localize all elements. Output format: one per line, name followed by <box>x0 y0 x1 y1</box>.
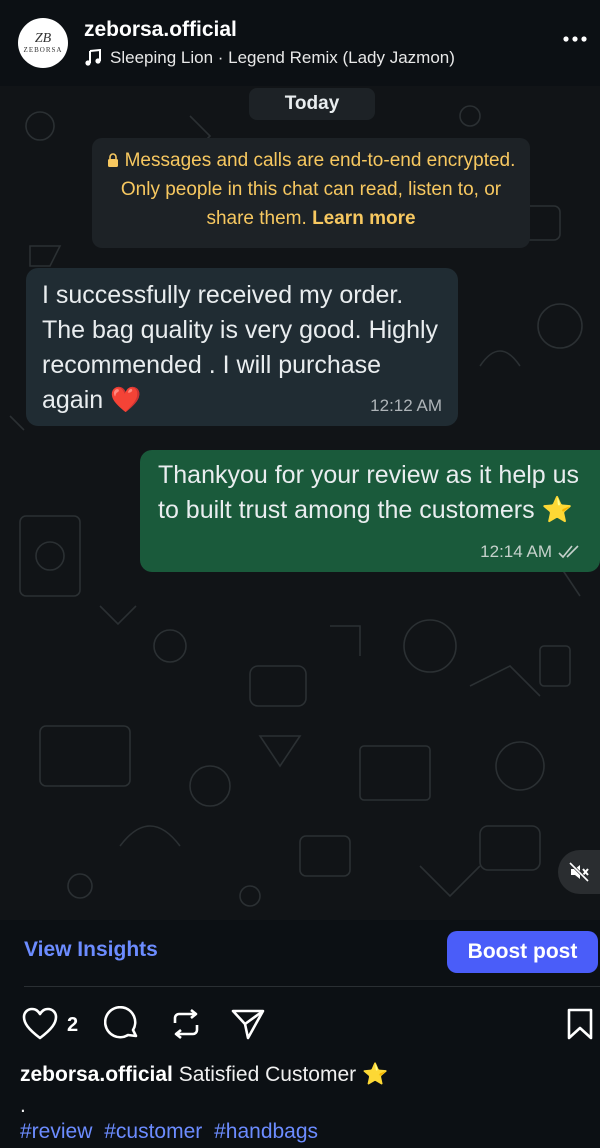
comment-button[interactable] <box>102 1004 142 1044</box>
repost-icon <box>173 1008 199 1040</box>
read-receipt-icon <box>558 545 579 559</box>
lock-icon <box>107 153 118 167</box>
repost-button[interactable] <box>166 1004 206 1044</box>
mute-icon <box>568 861 590 883</box>
comment-icon <box>104 1006 138 1039</box>
hashtag[interactable]: #handbags <box>214 1120 318 1143</box>
music-note-icon <box>85 49 101 66</box>
more-icon <box>563 36 587 42</box>
outgoing-message[interactable]: Thankyou for your review as it help us t… <box>140 450 600 572</box>
header-username[interactable]: zeborsa.official <box>84 18 237 42</box>
caption-username[interactable]: zeborsa.official <box>20 1063 173 1086</box>
avatar-monogram: ZB <box>34 30 52 46</box>
boost-post-button[interactable]: Boost post <box>447 931 598 973</box>
avatar-brand: ZEBORSA <box>23 45 63 54</box>
encryption-notice[interactable]: Messages and calls are end-to-end encryp… <box>92 138 530 248</box>
action-bar: 2 <box>0 1004 600 1048</box>
hashtags: #review #customer #handbags <box>20 1120 324 1144</box>
caption-text: Satisfied Customer ⭐ <box>178 1063 389 1086</box>
date-pill: Today <box>249 88 375 120</box>
more-button[interactable] <box>560 24 590 54</box>
avatar[interactable]: ZB ZEBORSA <box>18 18 68 68</box>
share-button[interactable] <box>228 1004 268 1044</box>
bookmark-icon <box>567 1008 593 1040</box>
like-count[interactable]: 2 <box>67 1014 78 1037</box>
audio-label: Sleeping Lion · Legend Remix (Lady Jazmo… <box>110 48 455 67</box>
incoming-message[interactable]: I successfully received my order. The ba… <box>26 268 458 426</box>
outgoing-message-time: 12:14 AM <box>480 542 552 561</box>
learn-more-link[interactable]: Learn more <box>312 208 415 229</box>
caption: zeborsa.official Satisfied Customer ⭐ <box>20 1063 388 1087</box>
like-button[interactable] <box>20 1004 60 1044</box>
audio-track[interactable]: Sleeping Lion · Legend Remix (Lady Jazmo… <box>84 48 455 68</box>
post-media[interactable]: Today Messages and calls are end-to-end … <box>0 86 600 920</box>
caption-dot: . <box>20 1094 26 1117</box>
view-insights-link[interactable]: View Insights <box>24 938 158 962</box>
save-button[interactable] <box>560 1004 600 1044</box>
hashtag[interactable]: #review <box>20 1120 92 1143</box>
mute-button[interactable] <box>558 850 600 894</box>
post-header: ZB ZEBORSA zeborsa.official Sleeping Lio… <box>0 0 600 86</box>
outgoing-message-meta: 12:14 AM <box>480 542 582 562</box>
share-icon <box>231 1009 265 1040</box>
heart-icon <box>22 1007 58 1040</box>
divider <box>24 986 600 987</box>
outgoing-message-text: Thankyou for your review as it help us t… <box>158 461 580 524</box>
hashtag[interactable]: #customer <box>104 1120 202 1143</box>
incoming-message-time: 12:12 AM <box>370 396 442 415</box>
